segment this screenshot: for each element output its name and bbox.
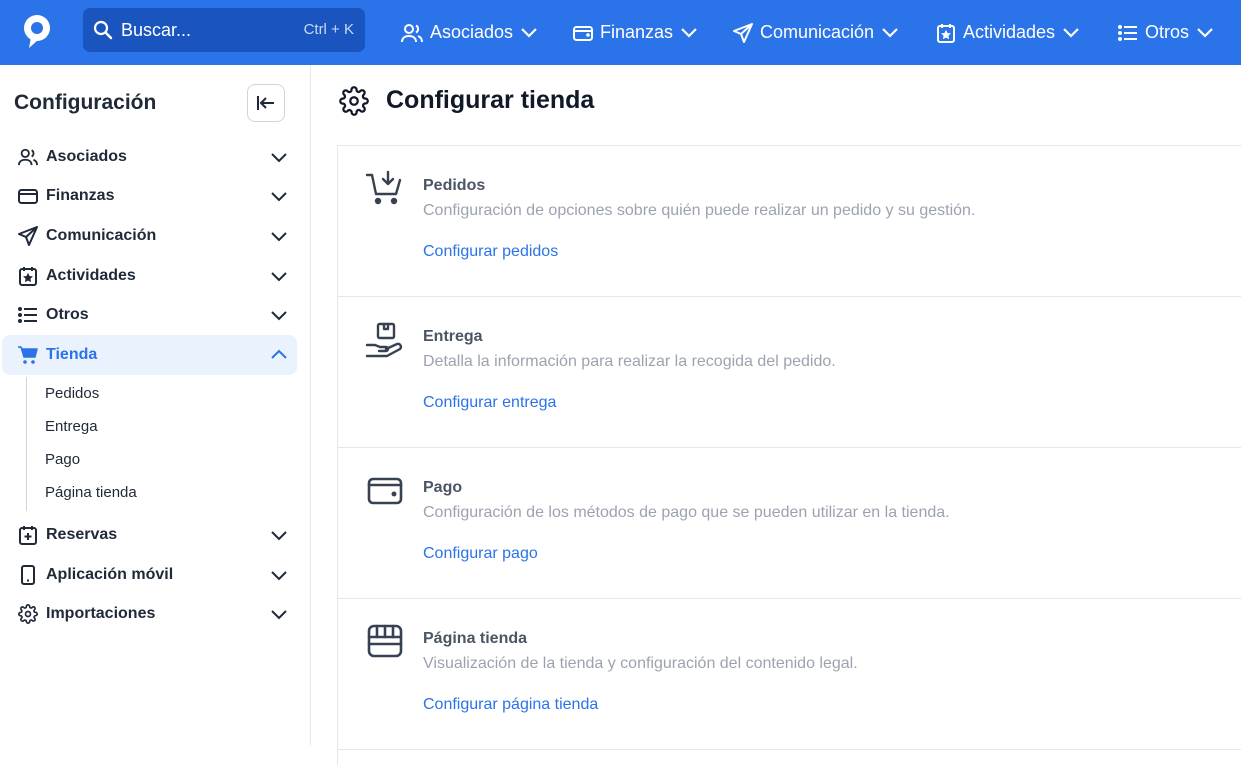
submenu-item-entrega[interactable]: Entrega <box>45 418 98 435</box>
sidebar-item-label: Reservas <box>46 526 118 543</box>
list-icon <box>18 307 37 323</box>
send-icon <box>733 22 753 43</box>
chevron-down-icon <box>271 272 287 282</box>
card-title: Pedidos <box>423 177 486 194</box>
configure-pagina-tienda-link[interactable]: Configurar página tienda <box>423 696 598 714</box>
users-icon <box>401 23 423 42</box>
submenu-item-pago[interactable]: Pago <box>45 451 80 468</box>
sidebar-item-aplicacion-movil[interactable]: Aplicación móvil <box>2 555 297 595</box>
sidebar-item-label: Tienda <box>46 346 98 363</box>
sidebar-title: Configuración <box>14 91 157 114</box>
sidebar-item-importaciones[interactable]: Importaciones <box>2 594 297 634</box>
storefront-icon <box>367 624 403 658</box>
search-placeholder: Buscar... <box>121 20 192 40</box>
nav-label: Finanzas <box>600 22 674 42</box>
sidebar-item-label: Aplicación móvil <box>46 566 174 583</box>
sidebar-item-actividades[interactable]: Actividades <box>2 256 297 296</box>
card-title: Entrega <box>423 328 483 345</box>
sidebar-item-asociados[interactable]: Asociados <box>2 137 297 177</box>
chevron-down-icon <box>271 192 287 202</box>
calendar-star-icon <box>19 267 37 286</box>
chevron-up-icon <box>271 349 287 359</box>
submenu-item-pagina-tienda[interactable]: Página tienda <box>45 484 137 501</box>
top-bar: Buscar... Ctrl + K Asociados Finanzas Co… <box>0 0 1241 65</box>
search-icon <box>93 20 113 40</box>
collapse-sidebar-button[interactable] <box>247 84 285 122</box>
nav-label: Otros <box>1145 22 1190 42</box>
nav-asociados[interactable]: Asociados <box>401 0 538 65</box>
submenu-guide-line <box>26 377 27 511</box>
cart-download-icon <box>365 170 402 205</box>
chevron-down-icon <box>521 27 537 38</box>
chevron-down-icon <box>271 610 287 620</box>
sidebar-item-finanzas[interactable]: Finanzas <box>2 176 297 216</box>
chevron-down-icon <box>1197 27 1213 38</box>
hand-package-icon <box>365 322 403 358</box>
chevron-down-icon <box>1063 27 1079 38</box>
chevron-down-icon <box>271 571 287 581</box>
sidebar-item-tienda[interactable]: Tienda <box>2 335 297 375</box>
sidebar-item-otros[interactable]: Otros <box>2 295 297 335</box>
card-title: Pago <box>423 479 463 496</box>
nav-actividades[interactable]: Actividades <box>936 0 1080 65</box>
calendar-star-icon <box>937 23 955 43</box>
list-icon <box>1118 24 1137 41</box>
users-icon <box>18 148 38 166</box>
app-logo[interactable] <box>21 13 54 49</box>
card-pagina-tienda: Página tienda Visualización de la tienda… <box>337 599 1241 750</box>
send-icon <box>18 226 38 246</box>
chevron-down-icon <box>271 153 287 163</box>
card-description: Configuración de opciones sobre quién pu… <box>423 202 976 219</box>
sidebar-item-label: Importaciones <box>46 605 156 622</box>
configure-entrega-link[interactable]: Configurar entrega <box>423 394 556 412</box>
cart-icon <box>18 346 38 364</box>
chevron-down-icon <box>882 27 898 38</box>
gear-icon <box>18 604 38 624</box>
sidebar: Configuración Asociados Finanzas Comunic… <box>0 65 311 745</box>
chevron-down-icon <box>271 311 287 321</box>
card-pedidos: Pedidos Configuración de opciones sobre … <box>337 146 1241 297</box>
nav-label: Comunicación <box>760 22 875 42</box>
configure-pago-link[interactable]: Configurar pago <box>423 545 538 563</box>
search-shortcut: Ctrl + K <box>303 21 354 38</box>
card-title: Página tienda <box>423 630 528 647</box>
sidebar-item-comunicacion[interactable]: Comunicación <box>2 216 297 256</box>
page-title: Configurar tienda <box>386 86 595 114</box>
sidebar-item-label: Otros <box>46 306 89 323</box>
search-bar[interactable]: Buscar... Ctrl + K <box>83 8 365 52</box>
chevron-down-icon <box>681 27 697 38</box>
sidebar-item-label: Asociados <box>46 148 127 165</box>
calendar-plus-icon <box>19 526 37 545</box>
card-pago: Pago Configuración de los métodos de pag… <box>337 448 1241 599</box>
nav-comunicacion[interactable]: Comunicación <box>733 0 899 65</box>
card-description: Detalla la información para realizar la … <box>423 353 836 370</box>
card-description: Configuración de los métodos de pago que… <box>423 504 950 521</box>
wallet-icon <box>18 189 38 204</box>
card-entrega: Entrega Detalla la información para real… <box>337 297 1241 448</box>
submenu-item-pedidos[interactable]: Pedidos <box>45 385 99 402</box>
sidebar-item-label: Actividades <box>46 267 136 284</box>
gear-icon <box>339 86 369 116</box>
chevron-down-icon <box>271 531 287 541</box>
nav-label: Actividades <box>963 22 1056 42</box>
wallet-icon <box>367 477 403 505</box>
sidebar-item-reservas[interactable]: Reservas <box>2 515 297 555</box>
card-description: Visualización de la tienda y configuraci… <box>423 655 858 672</box>
wallet-icon <box>573 25 593 41</box>
sidebar-item-label: Comunicación <box>46 227 157 244</box>
nav-finanzas[interactable]: Finanzas <box>573 0 698 65</box>
nav-otros[interactable]: Otros <box>1118 0 1214 65</box>
chevron-down-icon <box>271 232 287 242</box>
configure-pedidos-link[interactable]: Configurar pedidos <box>423 243 558 261</box>
smartphone-icon <box>21 565 35 585</box>
sidebar-item-label: Finanzas <box>46 187 115 204</box>
nav-label: Asociados <box>430 22 514 42</box>
collapse-left-icon <box>257 96 274 110</box>
